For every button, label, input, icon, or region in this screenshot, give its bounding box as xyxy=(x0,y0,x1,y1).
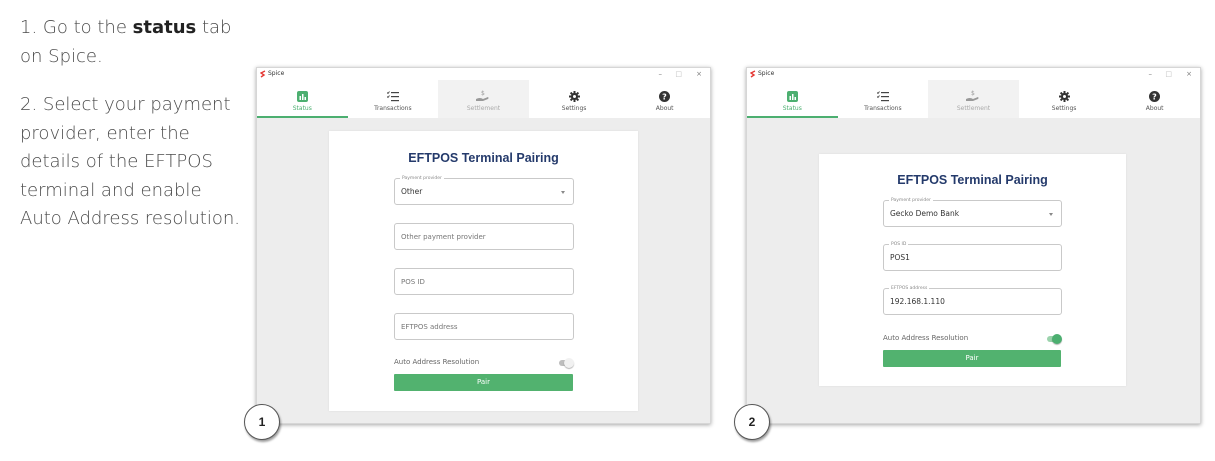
hand-coin-icon: $ xyxy=(476,89,490,103)
bar-chart-icon xyxy=(786,89,798,103)
close-button[interactable]: × xyxy=(1186,68,1192,80)
chevron-down-icon xyxy=(1049,212,1053,216)
pos-id-input[interactable]: POS ID xyxy=(394,268,574,295)
tab-about[interactable]: ? About xyxy=(1109,80,1200,118)
tab-settings[interactable]: Settings xyxy=(1019,80,1110,118)
card-title: EFTPOS Terminal Pairing xyxy=(897,173,1048,187)
step-2-text: 2. Select your payment provider, enter t… xyxy=(20,94,240,229)
bar-chart-icon xyxy=(296,89,308,103)
tab-transactions-label: Transactions xyxy=(374,105,412,112)
other-payment-provider-input[interactable]: Other payment provider xyxy=(394,223,574,250)
tab-status[interactable]: Status xyxy=(747,80,838,118)
auto-address-toggle[interactable] xyxy=(1047,334,1062,344)
close-button[interactable]: × xyxy=(696,68,702,80)
step-badge-1: 1 xyxy=(244,404,280,440)
svg-text:?: ? xyxy=(1152,92,1157,101)
pairing-card: EFTPOS Terminal Pairing Payment provider… xyxy=(819,154,1126,386)
tab-settings[interactable]: Settings xyxy=(529,80,620,118)
svg-text:$: $ xyxy=(481,90,485,97)
maximize-button[interactable]: □ xyxy=(675,68,682,80)
tab-settlement[interactable]: $ Settlement xyxy=(928,80,1019,118)
tab-transactions[interactable]: Transactions xyxy=(838,80,929,118)
auto-address-label: Auto Address Resolution xyxy=(394,358,480,366)
spice-window-step-2: Spice – □ × Status Transactions $ Settle… xyxy=(746,67,1201,424)
list-check-icon xyxy=(386,89,399,103)
status-emphasis: status xyxy=(132,17,197,38)
auto-address-label: Auto Address Resolution xyxy=(883,334,969,342)
gear-icon xyxy=(568,89,580,103)
eftpos-address-input[interactable]: EFTPOS address xyxy=(394,313,574,340)
payment-provider-value: Other xyxy=(401,187,423,196)
hand-coin-icon: $ xyxy=(966,89,980,103)
instructions: 1. Go to the status tab on Spice. 2. Sel… xyxy=(20,14,245,254)
tab-transactions-label: Transactions xyxy=(864,105,902,112)
eftpos-address-value: 192.168.1.110 xyxy=(890,297,945,306)
title-bar: Spice – □ × xyxy=(257,68,710,80)
auto-address-toggle[interactable] xyxy=(559,358,574,368)
tab-about-label: About xyxy=(1145,105,1164,112)
chevron-down-icon xyxy=(561,190,565,194)
tab-transactions[interactable]: Transactions xyxy=(348,80,439,118)
app-title: Spice xyxy=(268,70,285,77)
nav-bar: Status Transactions $ Settlement Setting… xyxy=(747,80,1200,118)
spice-logo-icon xyxy=(750,70,756,78)
maximize-button[interactable]: □ xyxy=(1165,68,1172,80)
pos-id-input[interactable]: POS ID POS1 xyxy=(883,241,1062,271)
tab-settlement-label: Settlement xyxy=(956,105,991,112)
list-check-icon xyxy=(876,89,889,103)
tab-about[interactable]: ? About xyxy=(619,80,710,118)
payment-provider-select[interactable]: Payment provider Gecko Demo Bank xyxy=(883,197,1062,227)
tab-status[interactable]: Status xyxy=(257,80,348,118)
pair-button[interactable]: Pair xyxy=(883,350,1061,367)
card-title: EFTPOS Terminal Pairing xyxy=(408,151,559,165)
eftpos-address-input[interactable]: EFTPOS address 192.168.1.110 xyxy=(883,285,1062,315)
tab-status-label: Status xyxy=(782,105,802,112)
pos-id-value: POS1 xyxy=(890,253,910,262)
title-bar: Spice – □ × xyxy=(747,68,1200,80)
tab-settlement[interactable]: $ Settlement xyxy=(438,80,529,118)
question-circle-icon: ? xyxy=(1149,89,1161,103)
step-1-text: 1. Go to the status tab on Spice. xyxy=(20,17,232,67)
payment-provider-select[interactable]: Payment provider Other xyxy=(394,175,574,205)
tab-settlement-label: Settlement xyxy=(466,105,501,112)
tab-about-label: About xyxy=(655,105,674,112)
svg-text:?: ? xyxy=(662,92,667,101)
pair-button[interactable]: Pair xyxy=(394,374,573,391)
minimize-button[interactable]: – xyxy=(659,68,663,80)
minimize-button[interactable]: – xyxy=(1149,68,1153,80)
spice-window-step-1: Spice – □ × Status Transactions $ Settle… xyxy=(256,67,711,424)
pairing-card: EFTPOS Terminal Pairing Payment provider… xyxy=(329,131,638,411)
tab-settings-label: Settings xyxy=(1051,105,1077,112)
payment-provider-value: Gecko Demo Bank xyxy=(890,209,960,218)
step-badge-2: 2 xyxy=(734,404,770,440)
gear-icon xyxy=(1058,89,1070,103)
svg-text:$: $ xyxy=(971,90,975,97)
app-title: Spice xyxy=(758,70,775,77)
tab-status-label: Status xyxy=(292,105,312,112)
question-circle-icon: ? xyxy=(659,89,671,103)
nav-bar: Status Transactions $ Settlement Setting… xyxy=(257,80,710,118)
spice-logo-icon xyxy=(260,70,266,78)
tab-settings-label: Settings xyxy=(561,105,587,112)
